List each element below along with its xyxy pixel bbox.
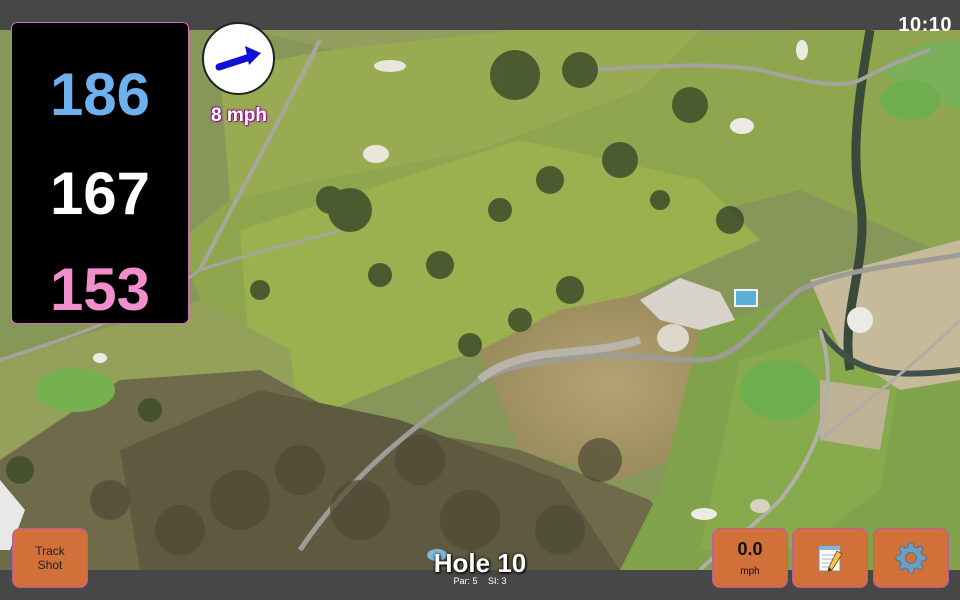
hole-title: Hole 10 bbox=[433, 548, 527, 578]
distance-panel: 186 167 153 bbox=[11, 22, 189, 324]
wind-indicator bbox=[202, 22, 275, 95]
gear-icon bbox=[895, 542, 927, 574]
speed-button[interactable]: 0.0 mph bbox=[712, 528, 788, 588]
distance-front: 153 bbox=[49, 256, 151, 323]
notes-button[interactable] bbox=[792, 528, 868, 588]
track-shot-label-line2: Shot bbox=[37, 558, 63, 572]
status-time: 10:10 bbox=[898, 14, 952, 36]
wind-direction-arrow-icon bbox=[215, 46, 261, 71]
distance-back: 186 bbox=[49, 61, 151, 128]
track-shot-label-line1: Track bbox=[35, 544, 65, 558]
notepad-icon bbox=[818, 545, 843, 572]
settings-button[interactable] bbox=[873, 528, 949, 588]
distance-middle: 167 bbox=[49, 160, 151, 227]
speed-unit: mph bbox=[740, 566, 760, 577]
speed-value: 0.0 bbox=[737, 539, 763, 559]
track-shot-button[interactable]: Track Shot bbox=[12, 528, 88, 588]
hole-info: Par: 5 SI: 3 bbox=[380, 576, 580, 586]
hole-par: Par: 5 bbox=[453, 576, 478, 586]
hole-stroke-index: SI: 3 bbox=[488, 576, 507, 586]
wind-speed-label: 8 mph bbox=[211, 105, 267, 126]
